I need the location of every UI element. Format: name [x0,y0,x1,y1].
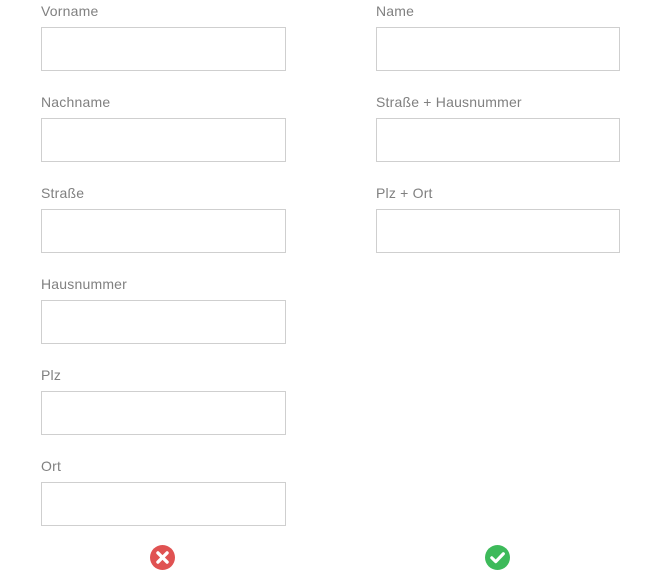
x-circle-icon [150,545,175,570]
nachname-label: Nachname [41,94,111,110]
ort-field-group: Ort [41,455,286,546]
hausnummer-label: Hausnummer [41,276,128,292]
strasse-input[interactable] [41,209,286,253]
name-field-group: Name [376,0,620,91]
plz-input[interactable] [41,391,286,435]
ort-label: Ort [41,458,62,474]
plz-label: Plz [41,367,62,383]
plz-ort-input[interactable] [376,209,620,253]
name-input[interactable] [376,27,620,71]
check-circle-icon [485,545,510,570]
strasse-hausnummer-label: Straße + Hausnummer [376,94,522,110]
strasse-hausnummer-input[interactable] [376,118,620,162]
plz-ort-field-group: Plz + Ort [376,182,620,273]
hausnummer-input[interactable] [41,300,286,344]
ort-input[interactable] [41,482,286,526]
vorname-input[interactable] [41,27,286,71]
plz-field-group: Plz [41,364,286,455]
strasse-label: Straße [41,185,85,201]
plz-ort-label: Plz + Ort [376,185,433,201]
hausnummer-field-group: Hausnummer [41,273,286,364]
vorname-label: Vorname [41,3,99,19]
nachname-input[interactable] [41,118,286,162]
left-address-form: Vorname Nachname Straße Hausnummer Plz O… [41,0,286,546]
nachname-field-group: Nachname [41,91,286,182]
vorname-field-group: Vorname [41,0,286,91]
strasse-field-group: Straße [41,182,286,273]
strasse-hausnummer-field-group: Straße + Hausnummer [376,91,620,182]
right-address-form: Name Straße + Hausnummer Plz + Ort [376,0,620,273]
name-label: Name [376,3,415,19]
